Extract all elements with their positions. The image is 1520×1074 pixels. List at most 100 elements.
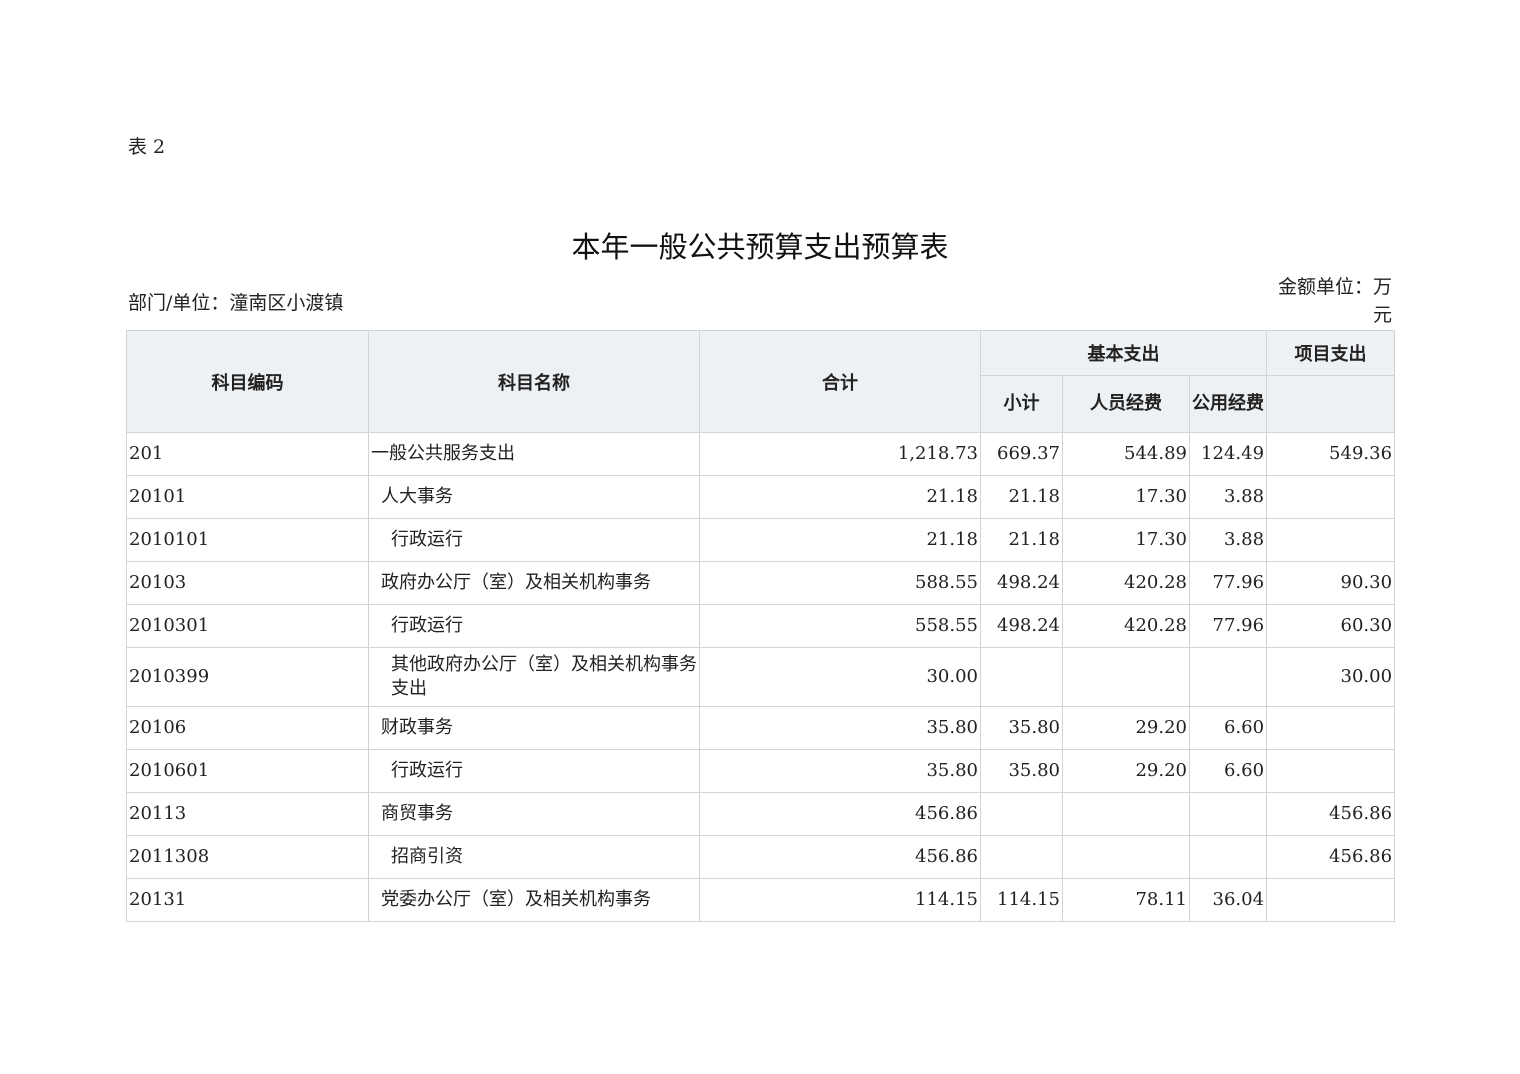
cell-personnel: 78.11 [1062, 878, 1190, 922]
col-header-basic: 基本支出 [979, 330, 1268, 376]
cell-total: 35.80 [699, 749, 981, 793]
cell-personnel: 17.30 [1062, 475, 1190, 519]
cell-public [1188, 835, 1268, 879]
table-row: 2010399 其他政府办公厅（室）及相关机构事务支出 30.00 30.00 [126, 647, 1396, 707]
cell-project [1266, 518, 1396, 562]
subject-name-text: 商贸事务 [381, 803, 453, 824]
cell-project [1266, 706, 1396, 750]
cell-name: 其他政府办公厅（室）及相关机构事务支出 [368, 647, 700, 707]
cell-personnel: 29.20 [1062, 749, 1190, 793]
cell-public: 124.49 [1188, 432, 1268, 476]
cell-public: 6.60 [1188, 706, 1268, 750]
subject-name-text: 财政事务 [381, 717, 453, 738]
cell-code: 20131 [126, 878, 369, 922]
cell-name: 一般公共服务支出 [368, 432, 700, 476]
subject-name-text: 党委办公厅（室）及相关机构事务 [381, 889, 651, 910]
col-header-project: 项目支出 [1266, 330, 1396, 376]
subject-name-text: 行政运行 [391, 760, 463, 781]
page-title: 本年一般公共预算支出预算表 [571, 230, 949, 264]
cell-public [1188, 792, 1268, 836]
cell-subtotal: 21.18 [980, 518, 1063, 562]
cell-name: 行政运行 [368, 749, 700, 793]
cell-code: 2010101 [126, 518, 369, 562]
cell-subtotal: 35.80 [980, 706, 1063, 750]
cell-public: 77.96 [1188, 561, 1268, 605]
cell-total: 1,218.73 [699, 432, 981, 476]
cell-total: 114.15 [699, 878, 981, 922]
cell-project [1266, 878, 1396, 922]
subject-name-text: 行政运行 [391, 615, 463, 636]
subject-name-text: 招商引资 [391, 846, 463, 867]
table-row: 20106 财政事务 35.80 35.80 29.20 6.60 [126, 706, 1396, 750]
cell-subtotal [980, 792, 1063, 836]
col-header-total: 合计 [699, 330, 981, 433]
table-row: 2010601 行政运行 35.80 35.80 29.20 6.60 [126, 749, 1396, 793]
table-row: 20113 商贸事务 456.86 456.86 [126, 792, 1396, 836]
cell-public: 3.88 [1188, 518, 1268, 562]
cell-name: 人大事务 [368, 475, 700, 519]
cell-total: 558.55 [699, 604, 981, 648]
cell-subtotal: 498.24 [980, 561, 1063, 605]
table-number: 表 2 [128, 136, 166, 158]
department-label: 部门/单位：潼南区小渡镇 [128, 292, 344, 314]
cell-code: 20106 [126, 706, 369, 750]
col-header-name: 科目名称 [368, 330, 700, 433]
cell-subtotal: 35.80 [980, 749, 1063, 793]
cell-subtotal [980, 835, 1063, 879]
cell-total: 456.86 [699, 792, 981, 836]
col-header-code: 科目编码 [126, 330, 369, 433]
cell-name: 行政运行 [368, 518, 700, 562]
subject-name-text: 行政运行 [391, 529, 463, 550]
cell-project: 90.30 [1266, 561, 1396, 605]
cell-project: 456.86 [1266, 835, 1396, 879]
cell-code: 20103 [126, 561, 369, 605]
cell-project: 30.00 [1266, 647, 1396, 707]
cell-total: 35.80 [699, 706, 981, 750]
table-header: 科目编码 科目名称 合计 基本支出 项目支出 小计 人员经费 公用经费 [126, 330, 1396, 433]
cell-name: 政府办公厅（室）及相关机构事务 [368, 561, 700, 605]
cell-public: 3.88 [1188, 475, 1268, 519]
col-header-project-blank [1266, 375, 1396, 433]
cell-project: 60.30 [1266, 604, 1396, 648]
cell-project [1266, 475, 1396, 519]
table-row: 20131 党委办公厅（室）及相关机构事务 114.15 114.15 78.11 36.… [126, 878, 1396, 922]
cell-total: 588.55 [699, 561, 981, 605]
cell-name: 行政运行 [368, 604, 700, 648]
cell-project: 549.36 [1266, 432, 1396, 476]
table-row: 20101 人大事务 21.18 21.18 17.30 3.88 [126, 475, 1396, 519]
cell-personnel: 17.30 [1062, 518, 1190, 562]
cell-subtotal [980, 647, 1063, 707]
table-row: 2010301 行政运行 558.55 498.24 420.28 77.96 60.30 [126, 604, 1396, 648]
cell-name: 商贸事务 [368, 792, 700, 836]
table-body: 201 一般公共服务支出 1,218.73 669.37 544.89 124.49 549… [126, 432, 1396, 922]
cell-personnel: 420.28 [1062, 561, 1190, 605]
cell-personnel: 544.89 [1062, 432, 1190, 476]
cell-code: 20113 [126, 792, 369, 836]
table-row: 2011308 招商引资 456.86 456.86 [126, 835, 1396, 879]
budget-table: 科目编码 科目名称 合计 基本支出 项目支出 小计 人员经费 公用经费 201 一… [126, 330, 1396, 922]
cell-total: 21.18 [699, 518, 981, 562]
cell-name: 党委办公厅（室）及相关机构事务 [368, 878, 700, 922]
cell-code: 20101 [126, 475, 369, 519]
amount-unit-label: 金额单位：万元 [1277, 276, 1392, 326]
col-header-subtotal: 小计 [980, 375, 1063, 433]
cell-personnel [1062, 792, 1190, 836]
cell-project [1266, 749, 1396, 793]
cell-total: 21.18 [699, 475, 981, 519]
subject-name-text: 其他政府办公厅（室）及相关机构事务支出 [391, 654, 697, 699]
cell-personnel: 29.20 [1062, 706, 1190, 750]
cell-name: 财政事务 [368, 706, 700, 750]
col-header-public: 公用经费 [1188, 375, 1268, 433]
cell-name: 招商引资 [368, 835, 700, 879]
cell-code: 2010301 [126, 604, 369, 648]
cell-total: 30.00 [699, 647, 981, 707]
cell-subtotal: 669.37 [980, 432, 1063, 476]
cell-public: 6.60 [1188, 749, 1268, 793]
cell-subtotal: 498.24 [980, 604, 1063, 648]
cell-personnel: 420.28 [1062, 604, 1190, 648]
cell-subtotal: 21.18 [980, 475, 1063, 519]
col-header-personnel: 人员经费 [1062, 375, 1190, 433]
cell-public [1188, 647, 1268, 707]
cell-public: 77.96 [1188, 604, 1268, 648]
table-row: 2010101 行政运行 21.18 21.18 17.30 3.88 [126, 518, 1396, 562]
